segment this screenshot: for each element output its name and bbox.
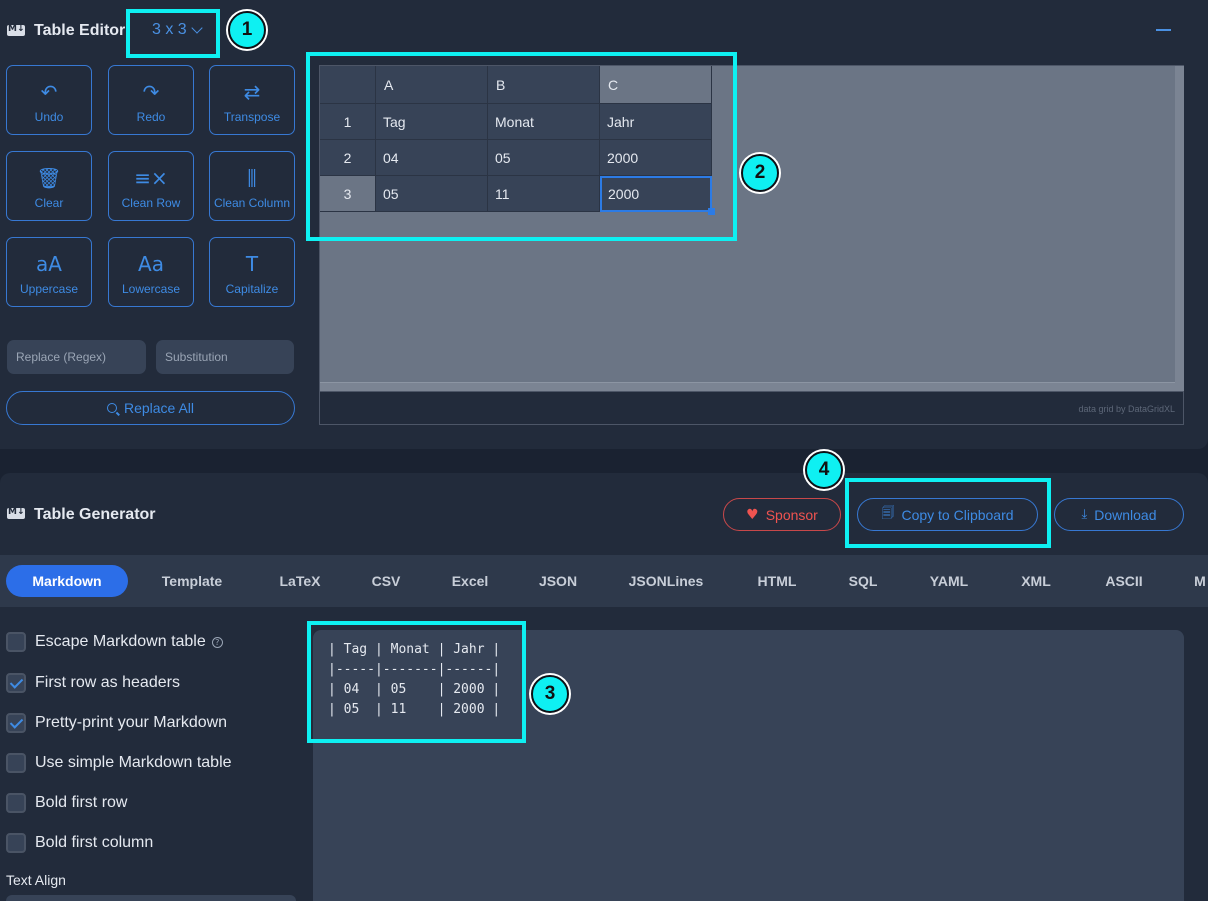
tab-ascii[interactable]: ASCII — [1090, 565, 1158, 597]
annotation-highlight-size — [126, 9, 220, 58]
table-generator-title: Table Generator — [34, 506, 156, 523]
clean-column-icon: ⫼ — [247, 166, 257, 190]
annotation-badge: 4 — [805, 451, 843, 489]
lowercase-button[interactable]: Aa Lowercase — [108, 237, 194, 307]
clear-button[interactable]: 🗑 Clear — [6, 151, 92, 221]
tool-label: Clear — [34, 196, 64, 210]
clean-column-button[interactable]: ⫼ Clean Column — [209, 151, 295, 221]
tab-yaml[interactable]: YAML — [912, 565, 986, 597]
checkbox[interactable] — [6, 713, 26, 733]
uppercase-icon: aA — [36, 252, 62, 276]
tool-label: Redo — [136, 110, 166, 124]
checkbox[interactable] — [6, 753, 26, 773]
capitalize-icon: T — [245, 252, 259, 276]
sponsor-button[interactable]: ♥ Sponsor — [723, 498, 841, 531]
option-bold-first-column[interactable]: Bold first column — [6, 833, 153, 853]
option-label: Pretty-print your Markdown — [35, 714, 228, 731]
tab-json[interactable]: JSON — [520, 565, 596, 597]
annotation-badge: 1 — [228, 11, 266, 49]
annotation-badge: 2 — [741, 154, 779, 192]
option-label: First row as headers — [35, 674, 180, 691]
download-icon: ⤓ — [1081, 507, 1088, 522]
collapse-minus-button[interactable] — [1156, 29, 1171, 31]
lowercase-icon: Aa — [138, 252, 164, 276]
redo-icon: ↷ — [142, 80, 160, 104]
undo-icon: ↶ — [40, 80, 58, 104]
markdown-icon — [7, 24, 25, 36]
search-icon — [106, 403, 117, 413]
option-label: Use simple Markdown table — [35, 754, 232, 771]
annotation-highlight-output — [307, 621, 526, 743]
option-bold-first-row[interactable]: Bold first row — [6, 793, 127, 813]
grid-vertical-scrollbar[interactable] — [1175, 66, 1184, 391]
tool-label: Capitalize — [225, 282, 279, 296]
checkbox[interactable] — [6, 793, 26, 813]
option-pretty-print-your-markdown[interactable]: Pretty-print your Markdown — [6, 713, 227, 733]
option-label: Bold first column — [35, 834, 154, 851]
tab-jsonlines[interactable]: JSONLines — [612, 565, 720, 597]
download-label: Download — [1094, 506, 1157, 523]
format-tabs: Markdown Template LaTeX CSV Excel JSON JSONLin… — [0, 555, 1208, 607]
download-button[interactable]: ⤓ Download — [1054, 498, 1184, 531]
replace-all-label: Replace All — [123, 400, 195, 416]
text-align-dropdown[interactable] — [6, 895, 296, 901]
sponsor-label: Sponsor — [765, 506, 818, 523]
tab-markdown[interactable]: Markdown — [6, 565, 128, 597]
replace-all-button[interactable]: Replace All — [6, 391, 295, 425]
annotation-badge: 3 — [531, 675, 569, 713]
option-label: Escape Markdown table — [35, 633, 206, 650]
trash-icon: 🗑 — [36, 166, 62, 190]
annotation-highlight-grid — [306, 52, 737, 241]
substitution-input[interactable]: Substitution — [156, 340, 294, 374]
text-align-label: Text Align — [6, 872, 66, 888]
tab-html[interactable]: HTML — [740, 565, 814, 597]
tool-label: Transpose — [223, 110, 281, 124]
option-label: Bold first row — [35, 794, 128, 811]
capitalize-button[interactable]: T Capitalize — [209, 237, 295, 307]
option-use-simple-markdown-table[interactable]: Use simple Markdown table — [6, 753, 232, 773]
tab-xml[interactable]: XML — [1006, 565, 1066, 597]
clean-row-button[interactable]: ≡× Clean Row — [108, 151, 194, 221]
grid-horizontal-scrollbar[interactable] — [320, 382, 1175, 391]
tool-label: Clean Row — [121, 196, 181, 210]
option-escape-markdown-table[interactable]: Escape Markdown table? — [6, 632, 223, 652]
transpose-icon: ⇄ — [243, 80, 261, 104]
tab-excel[interactable]: Excel — [436, 565, 504, 597]
tab-latex[interactable]: LaTeX — [262, 565, 338, 597]
tab-m[interactable]: M — [1180, 565, 1208, 597]
tab-template[interactable]: Template — [146, 565, 238, 597]
tool-label: Lowercase — [121, 282, 181, 296]
transpose-button[interactable]: ⇄ Transpose — [209, 65, 295, 135]
grid-credit: data grid by DataGridXL — [1078, 404, 1175, 414]
tool-label: Clean Column — [213, 196, 291, 210]
grid-footer: data grid by DataGridXL — [320, 391, 1183, 424]
redo-button[interactable]: ↷ Redo — [108, 65, 194, 135]
help-icon[interactable]: ? — [211, 636, 223, 648]
checkbox[interactable] — [6, 632, 26, 652]
heart-icon: ♥ — [746, 506, 759, 523]
checkbox[interactable] — [6, 673, 26, 693]
undo-button[interactable]: ↶ Undo — [6, 65, 92, 135]
tab-sql[interactable]: SQL — [834, 565, 892, 597]
tool-label: Uppercase — [19, 282, 79, 296]
replace-regex-input[interactable]: Replace (Regex) — [7, 340, 146, 374]
option-first-row-as-headers[interactable]: First row as headers — [6, 673, 180, 693]
clean-row-icon: ≡× — [134, 166, 168, 190]
table-editor-title: Table Editor — [34, 22, 126, 39]
tool-label: Undo — [34, 110, 64, 124]
checkbox[interactable] — [6, 833, 26, 853]
tab-csv[interactable]: CSV — [356, 565, 416, 597]
markdown-icon — [7, 507, 25, 519]
annotation-highlight-copy — [845, 478, 1051, 548]
uppercase-button[interactable]: aA Uppercase — [6, 237, 92, 307]
